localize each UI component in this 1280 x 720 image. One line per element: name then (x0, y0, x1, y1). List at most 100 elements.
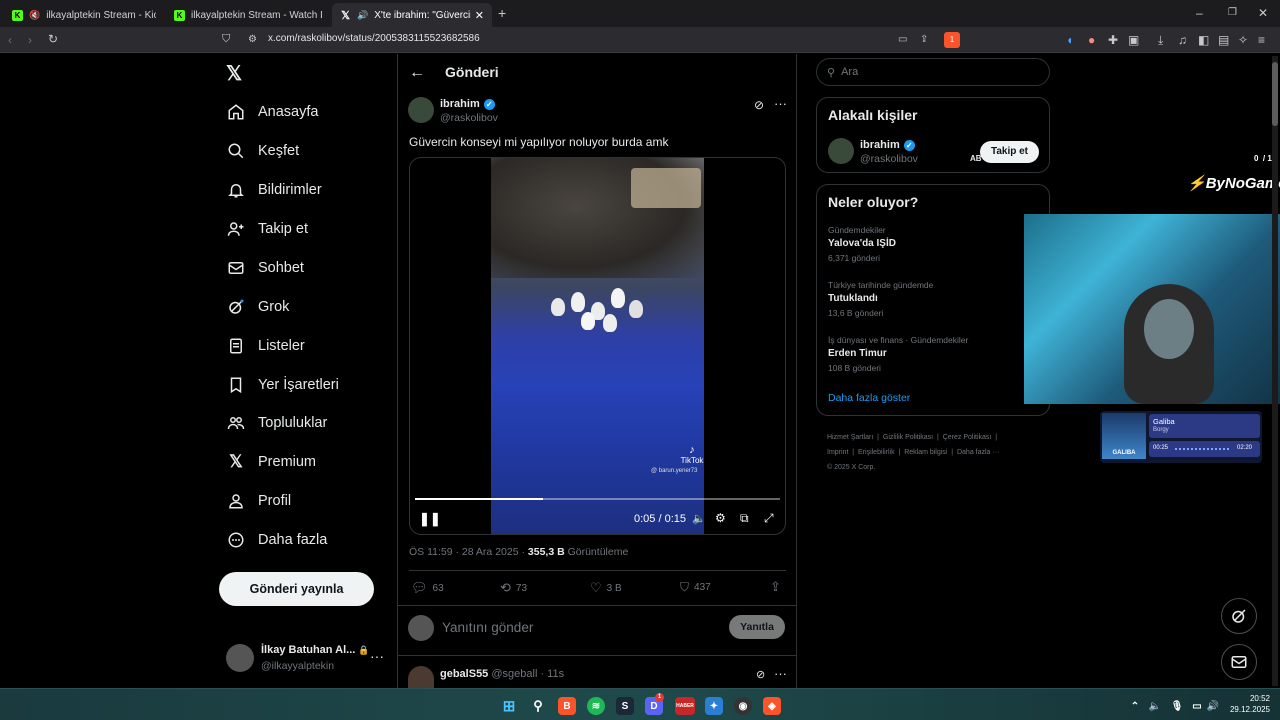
wallet-icon[interactable]: ▤ (1218, 33, 1229, 47)
nav-item-profile[interactable]: Profil (226, 486, 291, 516)
repost-action[interactable]: ⟲ 73 (500, 580, 527, 596)
steam-icon[interactable]: S (616, 697, 634, 715)
like-action[interactable]: ♡ 3 B (590, 580, 622, 596)
pause-icon[interactable]: ❚❚ (419, 511, 441, 527)
close-window-icon[interactable]: ✕ (1258, 6, 1268, 20)
account-switcher[interactable]: İlkay Batuhan Al... 🔒 @ilkayyalptekin ··… (222, 638, 392, 678)
footer-link[interactable]: Daha fazla ··· (957, 449, 999, 456)
search-icon[interactable]: ⚲ (529, 697, 547, 715)
sidebar-toggle-icon[interactable]: ◧ (1198, 33, 1209, 47)
footer-link[interactable]: Erişilebilirlik (858, 449, 895, 456)
speaker-icon[interactable]: 🔈 (1146, 697, 1164, 715)
scrollbar-thumb[interactable] (1272, 62, 1278, 126)
extensions-puzzle-icon[interactable]: ✚ (1108, 33, 1118, 47)
show-more-link[interactable]: Daha fazla göster (828, 392, 910, 404)
page-scrollbar[interactable] (1272, 56, 1278, 686)
nav-item-chat[interactable]: Sohbet (226, 253, 304, 283)
reply-action[interactable]: 💬︎ 63 (411, 580, 444, 596)
nav-item-follow[interactable]: Takip et (226, 214, 308, 244)
clock[interactable]: 20:52 29.12.2025 (1224, 693, 1270, 715)
related-name[interactable]: ibrahim ✓ (860, 139, 915, 151)
nav-item-grok[interactable]: Grok (226, 292, 289, 322)
post-more-icon[interactable]: ··· (774, 96, 787, 111)
nav-item-bookmarks[interactable]: Yer İşaretleri (226, 370, 339, 400)
nav-item-home[interactable]: Anasayfa (226, 97, 318, 127)
video-progress-track[interactable] (415, 498, 780, 500)
grok-explain-icon[interactable]: ⊘ (754, 98, 764, 112)
author-name[interactable]: ibrahim ✓ (440, 98, 495, 110)
download-icon[interactable]: ⤓ (1158, 33, 1163, 47)
reply-author[interactable]: gebalS55 @sgeball · 11s (440, 668, 564, 680)
more-dots-icon[interactable]: ··· (370, 648, 384, 664)
grok-explain-icon[interactable]: ⊘ (756, 668, 765, 681)
brave-shield-icon[interactable]: ◈ (763, 697, 781, 715)
messages-floating-button[interactable] (1221, 644, 1257, 680)
grok-floating-button[interactable] (1221, 598, 1257, 634)
share-icon[interactable]: ⇪ (770, 579, 781, 595)
volume-icon[interactable]: 🔈 (692, 512, 706, 525)
browser-tab-kick-dashboard[interactable]: K 🔇 ilkayalptekin Stream - Kick Dashb (4, 3, 164, 27)
reload-icon[interactable]: ↻ (48, 32, 58, 46)
brave-shield-icon[interactable]: 1 (944, 32, 960, 48)
volume-icon[interactable]: 🔊 (1204, 697, 1222, 715)
restore-window-icon[interactable]: ❐ (1228, 6, 1237, 20)
nav-item-lists[interactable]: Listeler (226, 331, 305, 361)
video-player[interactable]: ♪ TikTok @ barun.yener73 ❚❚ 0:05 / 0:15 … (409, 157, 786, 535)
leo-ai-icon[interactable]: ✧ (1238, 33, 1248, 47)
bookmark-page-icon[interactable]: ⛉ (222, 32, 230, 46)
follow-button[interactable]: Takip et (980, 141, 1039, 163)
footer-link[interactable]: Gizlilik Politikası (883, 434, 933, 441)
author-handle[interactable]: @raskolibov (440, 112, 498, 124)
browser-tab-kick-watch[interactable]: K ilkayalptekin Stream - Watch Live (166, 3, 330, 27)
news-app-icon[interactable]: HABER (675, 697, 695, 715)
audio-extension-icon[interactable]: ◖ (1066, 33, 1073, 47)
browser-tab-x-post[interactable]: 𝕏 🔊 X'te ibrahim: "Güvercin konse ✕ (332, 3, 492, 27)
x-home-logo-icon[interactable]: 𝕏 (226, 61, 248, 85)
related-handle[interactable]: @raskolibov (860, 153, 918, 165)
brave-browser-icon[interactable]: B (558, 697, 576, 715)
trend-item[interactable]: Gündemdekiler Yalova'da IŞİD 6,371 gönde… (828, 225, 1038, 263)
site-info-icon[interactable]: ⚙ (248, 33, 257, 47)
discord-icon[interactable]: D1 (645, 693, 664, 715)
nav-item-more[interactable]: Daha fazla (226, 525, 327, 555)
microphone-icon[interactable]: 🎙 (1168, 697, 1186, 715)
trend-item[interactable]: İş dünyası ve finans · Gündemdekiler Erd… (828, 335, 1038, 373)
show-hidden-icons-icon[interactable]: ⌃ (1126, 697, 1144, 715)
related-avatar[interactable] (828, 138, 854, 164)
footer-link[interactable]: Reklam bilgisi (904, 449, 947, 456)
footer-link[interactable]: Çerez Politikası (943, 434, 992, 441)
trend-item[interactable]: Türkiye tarihinde gündemde Tutuklandı 13… (828, 280, 1038, 318)
author-avatar[interactable] (408, 97, 434, 123)
nav-item-communities[interactable]: Topluluklar (226, 408, 327, 438)
cast-icon[interactable]: ▭ (898, 33, 907, 47)
network-app-icon[interactable]: ✦ (705, 697, 723, 715)
minimize-window-icon[interactable]: – (1196, 6, 1203, 20)
reply-avatar[interactable] (408, 666, 434, 688)
bookmark-action[interactable]: ⛉ 437 (680, 580, 711, 595)
mute-icon[interactable]: 🔇 (29, 10, 40, 21)
forward-icon[interactable]: › (28, 33, 32, 47)
extension-icon[interactable]: ● (1088, 33, 1095, 47)
search-box[interactable]: ⚲ Ara (816, 58, 1050, 86)
nav-item-explore[interactable]: Keşfet (226, 136, 299, 166)
obs-icon[interactable]: ◉ (734, 697, 752, 715)
start-menu-icon[interactable]: ⊞ (500, 697, 518, 715)
back-icon[interactable]: ‹ (8, 33, 12, 47)
share-icon[interactable]: ⇪ (920, 33, 928, 47)
fullscreen-icon[interactable]: ⤢ (764, 511, 774, 526)
url-field[interactable]: x.com/raskolibov/status/2005383115523682… (268, 33, 480, 44)
spotify-icon[interactable]: ≋ (587, 697, 605, 715)
reply-button[interactable]: Yanıtla (729, 615, 785, 639)
speaker-icon[interactable]: 🔊 (357, 10, 368, 21)
nav-item-premium[interactable]: 𝕏 Premium (226, 447, 316, 477)
settings-gear-icon[interactable]: ⚙ (715, 511, 726, 525)
footer-link[interactable]: Imprint (827, 449, 848, 456)
back-arrow-icon[interactable]: ← (409, 64, 425, 82)
menu-icon[interactable]: ≡ (1258, 33, 1265, 47)
reply-input[interactable]: Yanıtını gönder (442, 620, 533, 635)
reply-more-icon[interactable]: ··· (774, 666, 787, 681)
screenshot-icon[interactable]: ▣ (1128, 33, 1139, 47)
footer-link[interactable]: Hizmet Şartları (827, 434, 873, 441)
media-control-icon[interactable]: ♫ (1178, 33, 1187, 47)
post-compose-button[interactable]: Gönderi yayınla (219, 572, 374, 606)
